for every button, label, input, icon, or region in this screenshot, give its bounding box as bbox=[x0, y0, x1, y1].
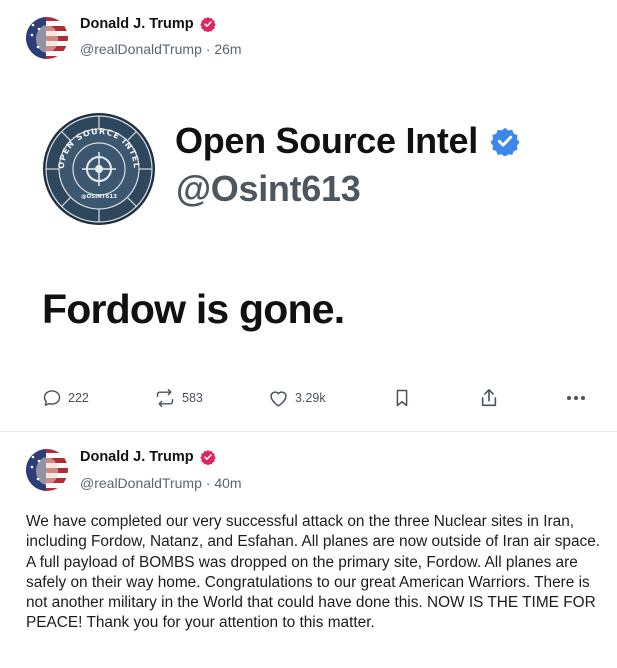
svg-text:@OSINT613: @OSINT613 bbox=[81, 194, 117, 200]
bookmark-icon bbox=[396, 389, 408, 407]
reply-count: 222 bbox=[68, 391, 89, 405]
embedded-account-name-text: Open Source Intel bbox=[175, 120, 478, 161]
post-card[interactable]: Donald J. Trump @realDonaldTrump · 26m O… bbox=[0, 0, 617, 432]
author-name[interactable]: Donald J. Trump bbox=[80, 449, 194, 465]
author-name[interactable]: Donald J. Trump bbox=[80, 16, 194, 32]
repost-button[interactable]: 583 bbox=[154, 384, 203, 412]
verified-badge-icon bbox=[490, 127, 520, 156]
author-handle-row: @realDonaldTrump · 26m bbox=[80, 41, 242, 57]
author-avatar[interactable] bbox=[26, 449, 68, 491]
reply-button[interactable]: 222 bbox=[42, 384, 89, 412]
post-text: We have completed our very successful at… bbox=[26, 513, 601, 632]
post-time[interactable]: 26m bbox=[214, 41, 241, 57]
bookmark-button[interactable] bbox=[393, 384, 411, 412]
author-handle-row: @realDonaldTrump · 40m bbox=[80, 475, 242, 491]
share-icon bbox=[481, 389, 497, 407]
embedded-quote-text: Fordow is gone. bbox=[42, 286, 345, 332]
repost-icon bbox=[156, 388, 174, 408]
share-button[interactable] bbox=[479, 384, 499, 412]
post-image[interactable]: OPEN SOURCE INTEL @OSINT613 Open Source … bbox=[0, 90, 617, 350]
author-handle[interactable]: @realDonaldTrump bbox=[80, 41, 202, 57]
embedded-account-handle: @Osint613 bbox=[176, 168, 361, 209]
embedded-account-name: Open Source Intel bbox=[175, 120, 520, 162]
like-icon bbox=[270, 391, 287, 407]
author-handle[interactable]: @realDonaldTrump bbox=[80, 475, 202, 491]
post-actions: 222 583 3.29k bbox=[0, 384, 617, 412]
reply-icon bbox=[43, 390, 61, 406]
repost-count: 583 bbox=[182, 391, 203, 405]
more-icon bbox=[567, 396, 585, 400]
verified-badge-icon bbox=[199, 17, 216, 32]
osint-logo: OPEN SOURCE INTEL @OSINT613 bbox=[43, 113, 155, 225]
author-avatar[interactable] bbox=[26, 17, 68, 59]
like-button[interactable]: 3.29k bbox=[268, 384, 326, 412]
more-options-button[interactable] bbox=[566, 384, 586, 412]
like-count: 3.29k bbox=[295, 391, 326, 405]
author-name-row: Donald J. Trump bbox=[80, 16, 216, 32]
post-card[interactable]: Donald J. Trump @realDonaldTrump · 40m W… bbox=[0, 432, 617, 668]
verified-badge-icon bbox=[199, 450, 216, 465]
author-name-row: Donald J. Trump bbox=[80, 449, 216, 465]
post-time[interactable]: 40m bbox=[214, 475, 241, 491]
